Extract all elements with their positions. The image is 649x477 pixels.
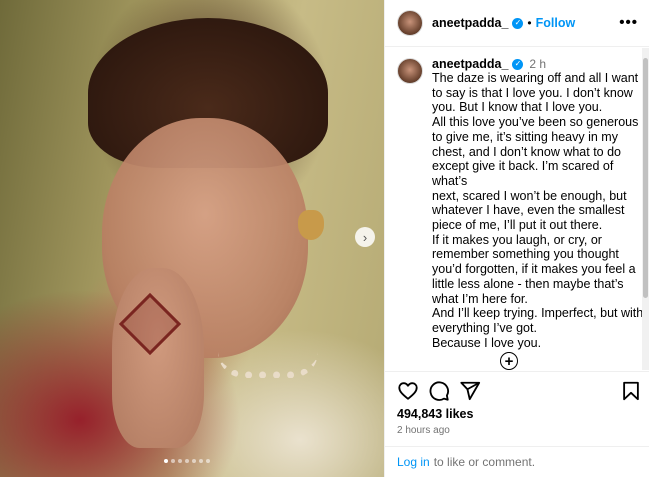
post-details-panel: aneetpadda_ ✓ • Follow ••• aneetpadda_ ✓… (384, 0, 649, 477)
heart-icon[interactable] (397, 380, 419, 402)
post-timestamp[interactable]: 2 hours ago (397, 425, 450, 436)
avatar[interactable] (397, 10, 423, 36)
caption-time[interactable]: 2 h (529, 57, 546, 71)
verified-badge-icon: ✓ (512, 17, 524, 29)
login-prompt-text: to like or comment. (433, 455, 536, 469)
caption-username[interactable]: aneetpadda_ (432, 57, 508, 71)
photo-earring (298, 210, 324, 240)
post-image: › (0, 0, 384, 477)
login-link[interactable]: Log in (397, 455, 430, 469)
follow-button[interactable]: Follow (536, 16, 576, 30)
post-username[interactable]: aneetpadda_ (432, 16, 508, 30)
scrollbar-thumb[interactable] (643, 58, 648, 298)
caption-text: The daze is wearing off and all I want t… (432, 71, 644, 350)
more-options-icon[interactable]: ••• (619, 14, 638, 31)
carousel-dot (199, 459, 203, 463)
caption-body: aneetpadda_ ✓ 2 h The daze is wearing of… (432, 57, 647, 350)
carousel-next-button[interactable]: › (355, 227, 375, 247)
carousel-dot (178, 459, 182, 463)
carousel-dot (206, 459, 210, 463)
caption-avatar[interactable] (397, 58, 423, 84)
photo-hand (112, 268, 204, 448)
caption-scrollbar[interactable] (642, 48, 649, 370)
carousel-dot (171, 459, 175, 463)
login-prompt: Log in to like or comment. (385, 446, 649, 477)
photo-necklace (218, 352, 318, 378)
verified-badge-icon: ✓ (512, 58, 524, 70)
comment-bubble-icon[interactable] (428, 380, 450, 402)
separator-dot: • (527, 16, 532, 30)
carousel-dot (192, 459, 196, 463)
post-header: aneetpadda_ ✓ • Follow ••• (385, 0, 649, 47)
caption-comment: aneetpadda_ ✓ 2 h The daze is wearing of… (397, 57, 647, 350)
caption-scroll-area[interactable]: aneetpadda_ ✓ 2 h The daze is wearing of… (385, 48, 649, 370)
bookmark-icon[interactable] (620, 380, 642, 402)
caption-header: aneetpadda_ ✓ 2 h (432, 57, 647, 71)
paper-plane-icon[interactable] (459, 380, 481, 402)
carousel-dot (185, 459, 189, 463)
likes-count[interactable]: 494,843 likes (397, 407, 473, 421)
carousel-indicator (164, 459, 210, 463)
plus-circle-icon[interactable]: + (500, 352, 518, 370)
post-actions-bar (385, 371, 649, 411)
carousel-dot (164, 459, 168, 463)
